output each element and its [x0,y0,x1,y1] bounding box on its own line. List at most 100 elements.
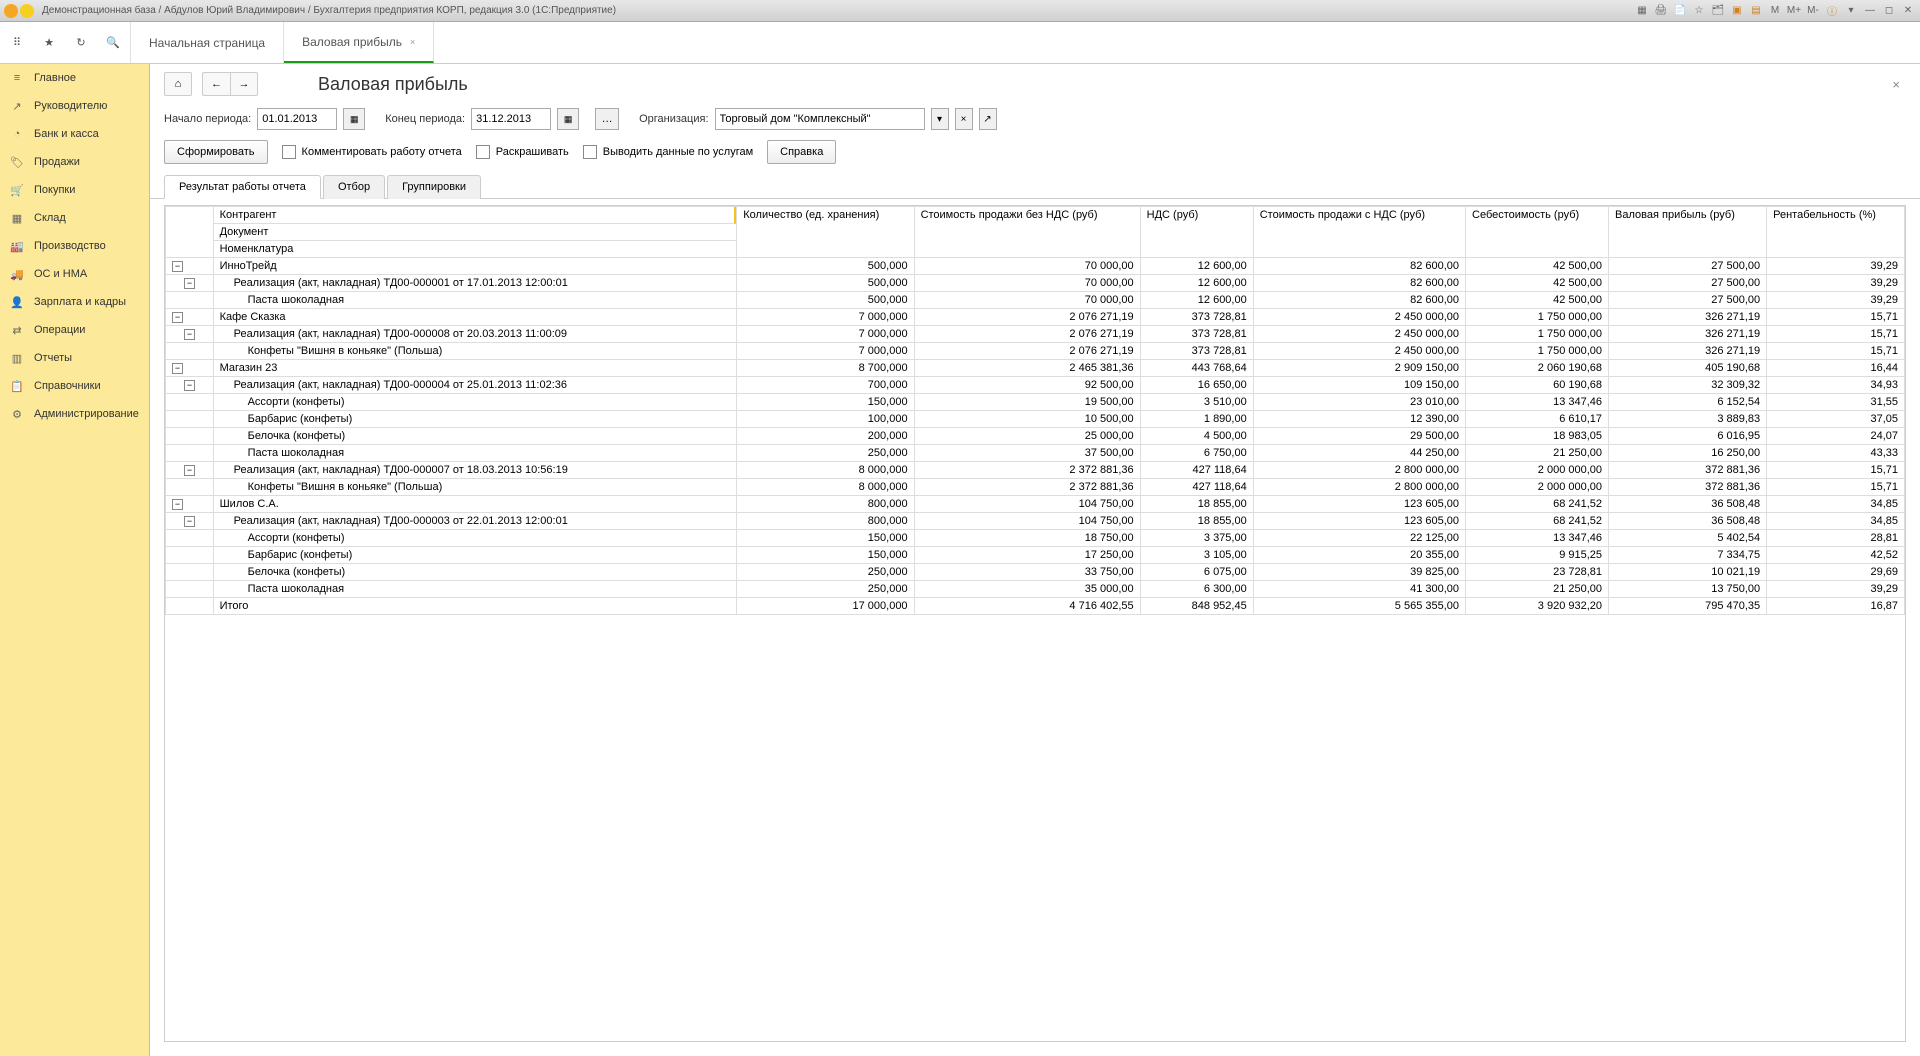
tab[interactable]: Начальная страница [131,22,284,63]
table-row[interactable]: −Реализация (акт, накладная) ТД00-000004… [166,377,1905,394]
sidebar-item[interactable]: 👤Зарплата и кадры [0,288,149,316]
history-icon[interactable]: ↻ [72,34,90,52]
row-label: Ассорти (конфеты) [220,396,345,408]
org-input[interactable] [715,108,925,130]
tb-icon[interactable]: ▦ [1634,3,1650,19]
table-row[interactable]: −Реализация (акт, накладная) ТД00-000001… [166,275,1905,292]
column-header: Стоимость продажи с НДС (руб) [1253,207,1465,258]
m-button[interactable]: M [1767,3,1783,19]
cell-value: 13 347,46 [1466,530,1609,547]
sidebar-item[interactable]: ⇄Операции [0,316,149,344]
table-row[interactable]: Белочка (конфеты)200,00025 000,004 500,0… [166,428,1905,445]
generate-button[interactable]: Сформировать [164,140,268,164]
expander-icon[interactable]: − [172,499,183,510]
close-page-button[interactable]: × [1886,77,1906,92]
expander-icon[interactable]: − [184,329,195,340]
end-date-picker-button[interactable]: ▦ [557,108,579,130]
expander-icon[interactable]: − [184,516,195,527]
expander-icon[interactable]: − [172,312,183,323]
start-date-input[interactable] [257,108,337,130]
help-button[interactable]: Справка [767,140,836,164]
table-row[interactable]: −Реализация (акт, накладная) ТД00-000003… [166,513,1905,530]
table-row[interactable]: −Кафе Сказка7 000,0002 076 271,19373 728… [166,309,1905,326]
org-dropdown-button[interactable]: ▾ [931,108,949,130]
apps-icon[interactable]: ⠿ [8,34,26,52]
table-row[interactable]: Конфеты "Вишня в коньяке" (Польша)8 000,… [166,479,1905,496]
org-clear-button[interactable]: × [955,108,973,130]
tb-icon[interactable]: ☆ [1691,3,1707,19]
expander-icon[interactable]: − [172,363,183,374]
table-row[interactable]: Конфеты "Вишня в коньяке" (Польша)7 000,… [166,343,1905,360]
search-icon[interactable]: 🔍 [104,34,122,52]
expander-icon[interactable]: − [184,278,195,289]
info-icon[interactable]: ⓘ [1824,3,1840,19]
table-row[interactable]: Белочка (конфеты)250,00033 750,006 075,0… [166,564,1905,581]
cell-value: 10 021,19 [1609,564,1767,581]
back-button[interactable]: ← [202,72,230,96]
tb-icon[interactable]: ▣ [1729,3,1745,19]
table-row[interactable]: −Магазин 238 700,0002 465 381,36443 768,… [166,360,1905,377]
cell-value: 31,55 [1767,394,1905,411]
subtab[interactable]: Группировки [387,175,481,199]
sidebar-item[interactable]: ≡Главное [0,64,149,92]
sidebar-item[interactable]: 🏷Продажи [0,148,149,176]
sidebar-item[interactable]: ◔Банк и касса [0,120,149,148]
sidebar-item[interactable]: 🛒Покупки [0,176,149,204]
by-service-checkbox[interactable] [583,145,597,159]
sidebar-item[interactable]: ↗Руководителю [0,92,149,120]
sidebar-icon: 📋 [10,379,24,393]
m-minus-button[interactable]: M- [1805,3,1821,19]
cell-value: 60 190,68 [1466,377,1609,394]
table-row[interactable]: Паста шоколадная250,00035 000,006 300,00… [166,581,1905,598]
cell-value: 7 334,75 [1609,547,1767,564]
tb-icon[interactable]: 📄 [1672,3,1688,19]
subtab[interactable]: Результат работы отчета [164,175,321,199]
period-options-button[interactable]: … [595,108,619,130]
tab[interactable]: Валовая прибыль× [284,22,434,63]
table-row[interactable]: Барбарис (конфеты)100,00010 500,001 890,… [166,411,1905,428]
sidebar-item[interactable]: 🏭Производство [0,232,149,260]
cell-value: 2 800 000,00 [1253,479,1465,496]
table-row[interactable]: −Шилов С.А.800,000104 750,0018 855,00123… [166,496,1905,513]
expander-icon[interactable]: − [172,261,183,272]
table-row[interactable]: Ассорти (конфеты)150,00019 500,003 510,0… [166,394,1905,411]
tb-icon[interactable]: 🗂 [1710,3,1726,19]
org-open-button[interactable]: ↗ [979,108,997,130]
report-area[interactable]: КонтрагентДокументНоменклатураКоличество… [164,205,1906,1042]
table-row[interactable]: −ИнноТрейд500,00070 000,0012 600,0082 60… [166,258,1905,275]
table-row[interactable]: Паста шоколадная500,00070 000,0012 600,0… [166,292,1905,309]
subtab[interactable]: Отбор [323,175,385,199]
home-button[interactable]: ⌂ [164,72,192,96]
cell-value: 1 890,00 [1140,411,1253,428]
comment-checkbox[interactable] [282,145,296,159]
start-date-picker-button[interactable]: ▦ [343,108,365,130]
sidebar-item[interactable]: ⚙Администрирование [0,400,149,428]
table-row[interactable]: Ассорти (конфеты)150,00018 750,003 375,0… [166,530,1905,547]
table-row[interactable]: Барбарис (конфеты)150,00017 250,003 105,… [166,547,1905,564]
sidebar-item[interactable]: ▦Склад [0,204,149,232]
star-icon[interactable]: ★ [40,34,58,52]
cell-value: 16 650,00 [1140,377,1253,394]
sidebar-icon: 🏷 [10,155,24,169]
end-date-input[interactable] [471,108,551,130]
colorize-checkbox[interactable] [476,145,490,159]
tab-close-icon[interactable]: × [410,37,415,47]
maximize-icon[interactable]: ◻ [1881,3,1897,19]
sidebar-item[interactable]: ▥Отчеты [0,344,149,372]
dropdown-icon[interactable]: ▾ [1843,3,1859,19]
sidebar-item[interactable]: 🚚ОС и НМА [0,260,149,288]
table-row[interactable]: Паста шоколадная250,00037 500,006 750,00… [166,445,1905,462]
forward-button[interactable]: → [230,72,258,96]
table-row[interactable]: −Реализация (акт, накладная) ТД00-000007… [166,462,1905,479]
m-plus-button[interactable]: M+ [1786,3,1802,19]
cell-value: 2 450 000,00 [1253,309,1465,326]
close-icon[interactable]: ✕ [1900,3,1916,19]
expander-icon[interactable]: − [184,465,195,476]
tb-icon[interactable]: ▤ [1748,3,1764,19]
expander-icon[interactable]: − [184,380,195,391]
minimize-icon[interactable]: — [1862,3,1878,19]
sidebar-item[interactable]: 📋Справочники [0,372,149,400]
tb-icon[interactable]: 🖨 [1653,3,1669,19]
table-row[interactable]: −Реализация (акт, накладная) ТД00-000008… [166,326,1905,343]
cell-value: 68 241,52 [1466,513,1609,530]
